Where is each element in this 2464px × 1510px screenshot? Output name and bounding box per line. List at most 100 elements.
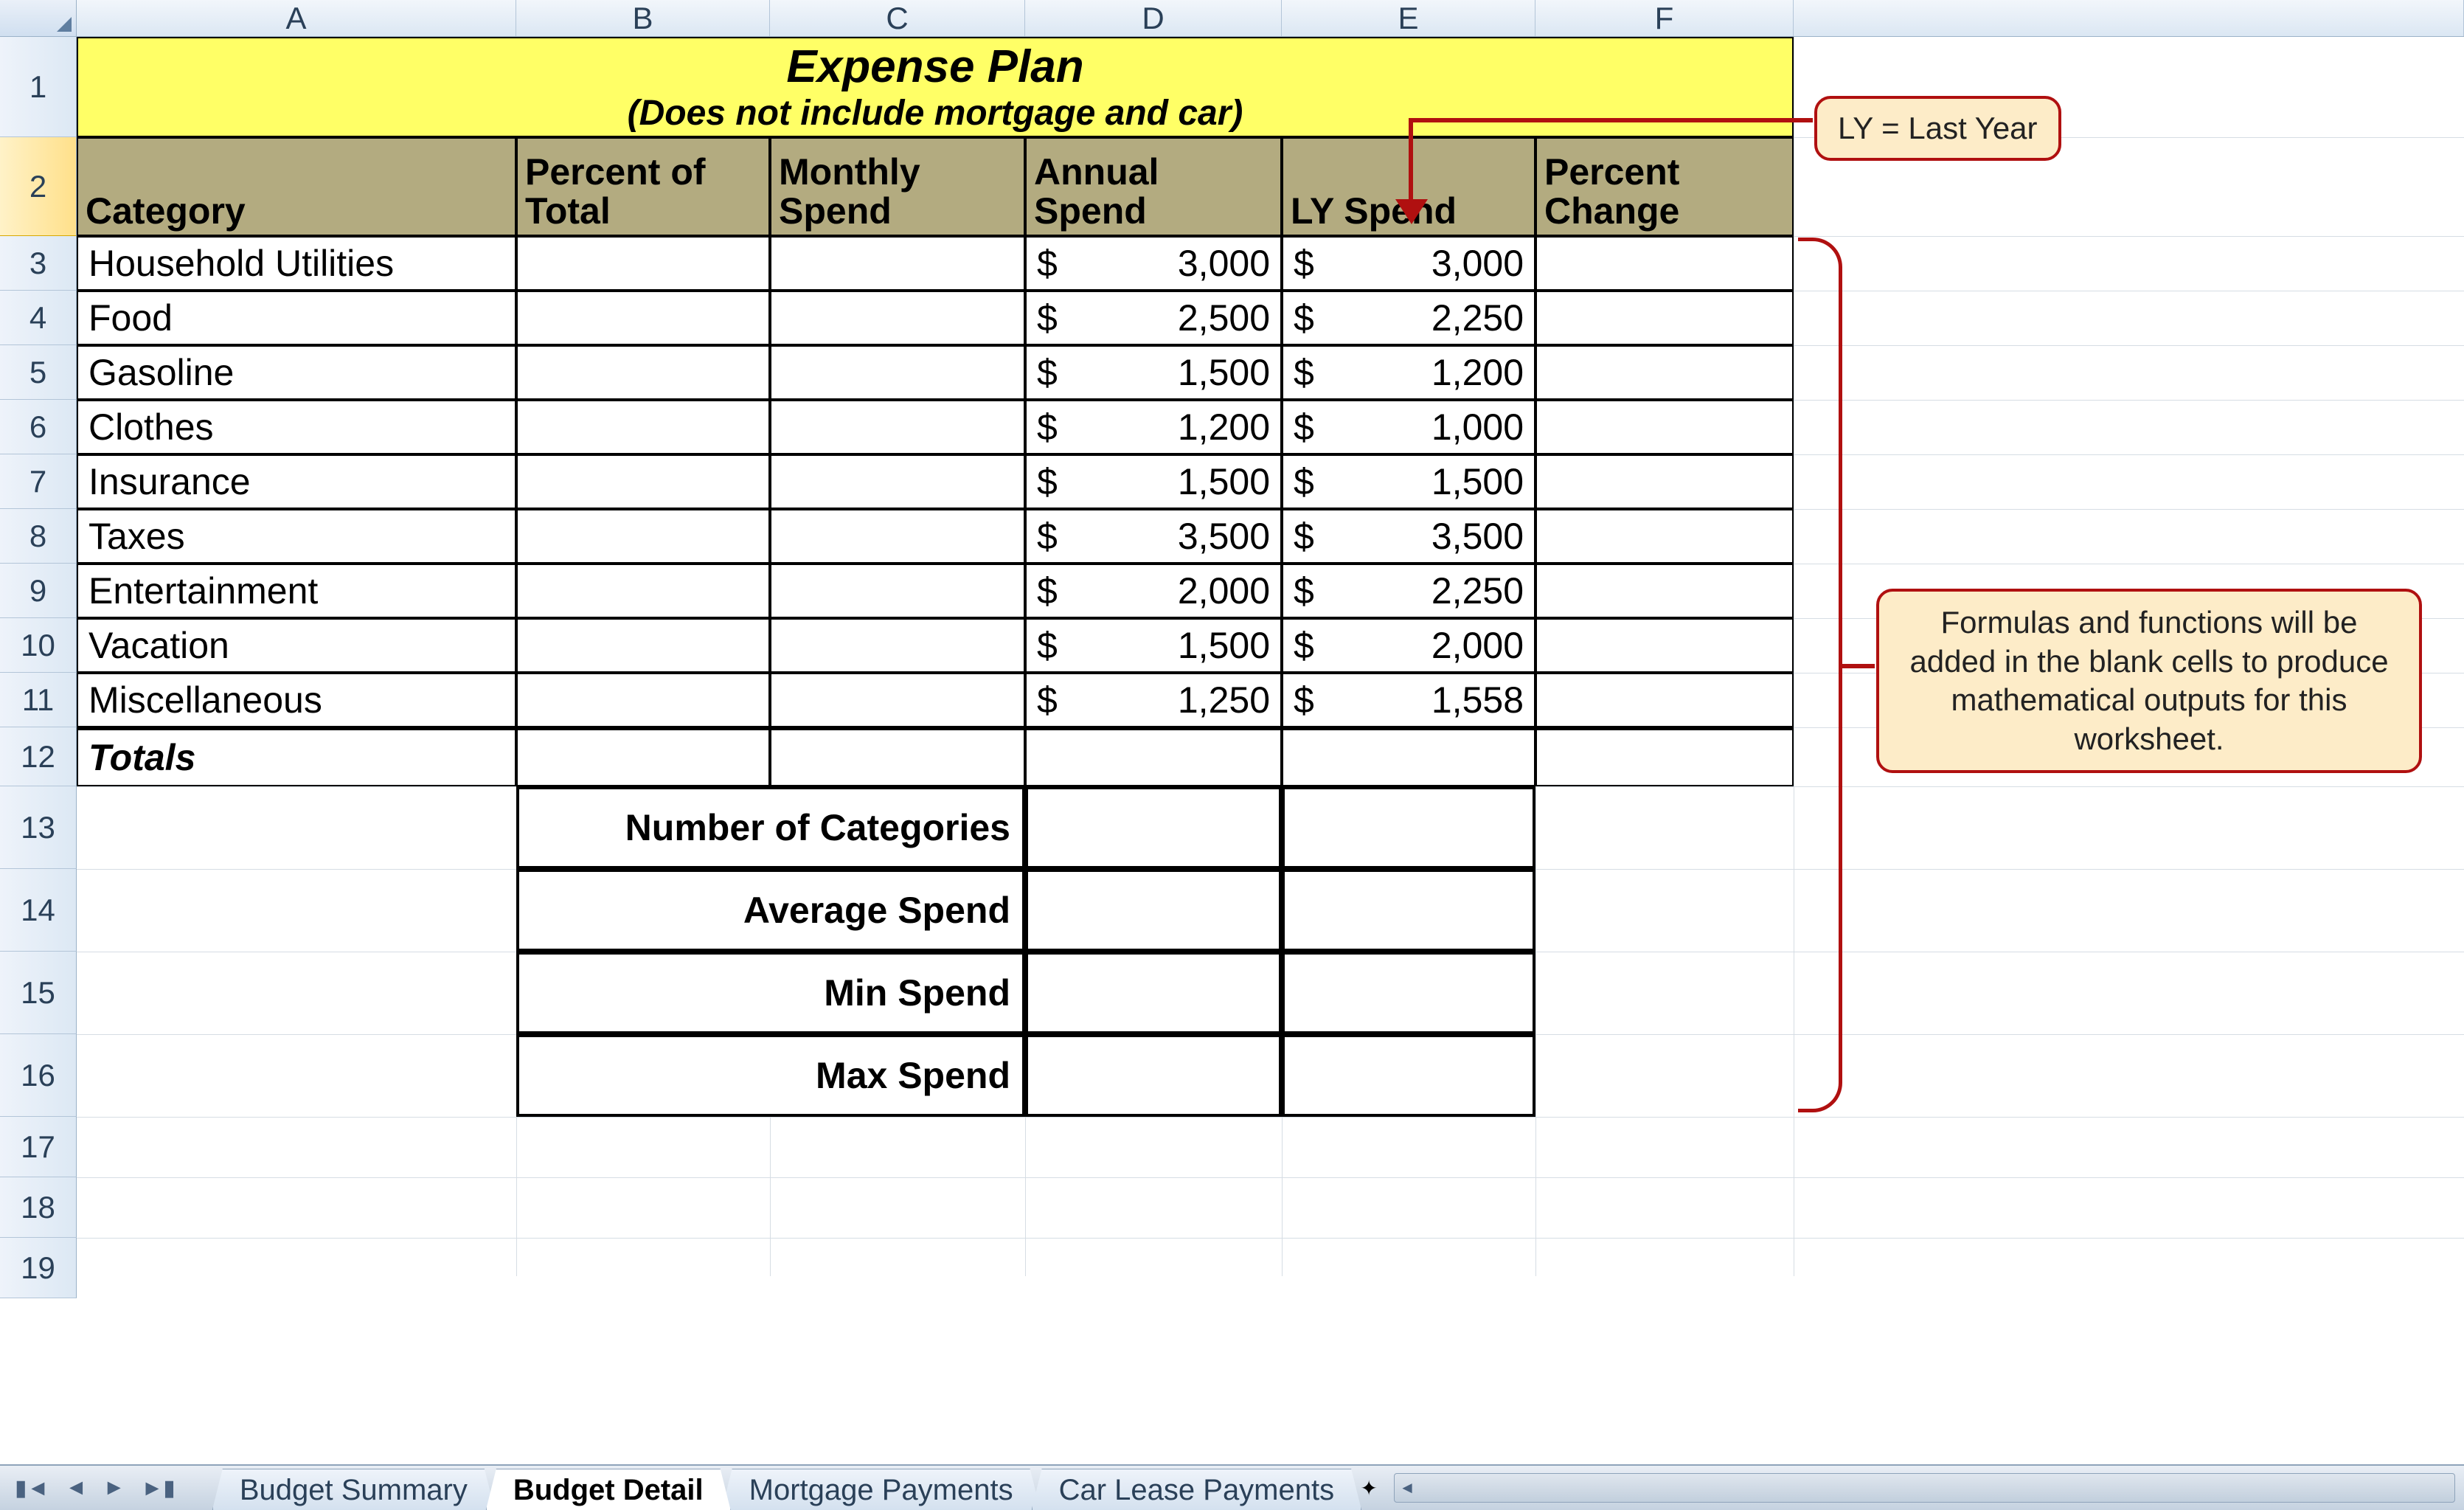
cell-ly-spend[interactable]: $1,500: [1282, 454, 1535, 509]
cell-blank[interactable]: [516, 673, 770, 727]
totals-e[interactable]: [1282, 727, 1535, 786]
cell-percent-change[interactable]: [1535, 618, 1794, 673]
row-header-13[interactable]: 13: [0, 786, 77, 869]
tab-first-icon[interactable]: ▮◄: [10, 1472, 53, 1504]
tab-car-lease-payments[interactable]: Car Lease Payments: [1032, 1469, 1362, 1510]
row-header-18[interactable]: 18: [0, 1177, 77, 1238]
cell-ly-spend[interactable]: $2,000: [1282, 618, 1535, 673]
cell-category[interactable]: Food: [77, 291, 516, 345]
cell-ly-spend[interactable]: $3,000: [1282, 236, 1535, 291]
cell-blank[interactable]: [770, 673, 1025, 727]
row-header-14[interactable]: 14: [0, 869, 77, 952]
stat-min-spend-label[interactable]: Min Spend: [516, 952, 1025, 1034]
stat-avg-spend-d[interactable]: [1025, 869, 1282, 952]
stat-max-spend-label[interactable]: Max Spend: [516, 1034, 1025, 1117]
col-header-B[interactable]: B: [516, 0, 770, 36]
cell-percent-change[interactable]: [1535, 400, 1794, 454]
header-annual-spend[interactable]: Annual Spend: [1025, 137, 1282, 236]
cell-percent-change[interactable]: [1535, 564, 1794, 618]
stat-max-spend-e[interactable]: [1282, 1034, 1535, 1117]
cell-blank[interactable]: [770, 564, 1025, 618]
cell-annual-spend[interactable]: $1,200: [1025, 400, 1282, 454]
cell-percent-change[interactable]: [1535, 509, 1794, 564]
stat-max-spend-d[interactable]: [1025, 1034, 1282, 1117]
cell-category[interactable]: Clothes: [77, 400, 516, 454]
tab-budget-summary[interactable]: Budget Summary: [212, 1469, 495, 1510]
stat-avg-spend-label[interactable]: Average Spend: [516, 869, 1025, 952]
cell-blank[interactable]: [516, 345, 770, 400]
cell-ly-spend[interactable]: $1,000: [1282, 400, 1535, 454]
row-header-12[interactable]: 12: [0, 727, 77, 786]
row-header-4[interactable]: 4: [0, 291, 77, 345]
stat-num-categories-d[interactable]: [1025, 786, 1282, 869]
cell-percent-change[interactable]: [1535, 236, 1794, 291]
stat-min-spend-d[interactable]: [1025, 952, 1282, 1034]
row-header-1[interactable]: 1: [0, 37, 77, 137]
header-percent-change[interactable]: Percent Change: [1535, 137, 1794, 236]
row-header-11[interactable]: 11: [0, 673, 77, 727]
row-header-17[interactable]: 17: [0, 1117, 77, 1177]
cell-category[interactable]: Insurance: [77, 454, 516, 509]
cell-annual-spend[interactable]: $1,500: [1025, 454, 1282, 509]
cell-annual-spend[interactable]: $3,000: [1025, 236, 1282, 291]
row-header-3[interactable]: 3: [0, 236, 77, 291]
row-header-2[interactable]: 2: [0, 137, 77, 236]
cell-annual-spend[interactable]: $1,250: [1025, 673, 1282, 727]
col-header-A[interactable]: A: [77, 0, 516, 36]
cell-blank[interactable]: [516, 564, 770, 618]
row-header-16[interactable]: 16: [0, 1034, 77, 1117]
horizontal-scrollbar[interactable]: [1394, 1473, 2455, 1503]
header-percent-total[interactable]: Percent of Total: [516, 137, 770, 236]
totals-d[interactable]: [1025, 727, 1282, 786]
tab-mortgage-payments[interactable]: Mortgage Payments: [722, 1469, 1041, 1510]
cell-percent-change[interactable]: [1535, 673, 1794, 727]
cell-category[interactable]: Household Utilities: [77, 236, 516, 291]
tab-prev-icon[interactable]: ◄: [60, 1472, 91, 1503]
cell-blank[interactable]: [516, 400, 770, 454]
stat-num-categories-label[interactable]: Number of Categories: [516, 786, 1025, 869]
row-header-5[interactable]: 5: [0, 345, 77, 400]
cell-blank[interactable]: [770, 400, 1025, 454]
cell-blank[interactable]: [516, 454, 770, 509]
cell-ly-spend[interactable]: $1,200: [1282, 345, 1535, 400]
cell-annual-spend[interactable]: $2,500: [1025, 291, 1282, 345]
totals-f[interactable]: [1535, 727, 1794, 786]
cell-category[interactable]: Gasoline: [77, 345, 516, 400]
totals-b[interactable]: [516, 727, 770, 786]
cell-category[interactable]: Miscellaneous: [77, 673, 516, 727]
cell-annual-spend[interactable]: $3,500: [1025, 509, 1282, 564]
row-header-7[interactable]: 7: [0, 454, 77, 509]
row-header-10[interactable]: 10: [0, 618, 77, 673]
cell-ly-spend[interactable]: $2,250: [1282, 564, 1535, 618]
cell-blank[interactable]: [770, 345, 1025, 400]
col-header-extra[interactable]: [1794, 0, 2464, 36]
tab-next-icon[interactable]: ►: [99, 1472, 130, 1503]
cell-percent-change[interactable]: [1535, 291, 1794, 345]
cell-annual-spend[interactable]: $2,000: [1025, 564, 1282, 618]
cell-category[interactable]: Entertainment: [77, 564, 516, 618]
cell-annual-spend[interactable]: $1,500: [1025, 618, 1282, 673]
stat-avg-spend-e[interactable]: [1282, 869, 1535, 952]
col-header-C[interactable]: C: [770, 0, 1025, 36]
col-header-E[interactable]: E: [1282, 0, 1535, 36]
totals-c[interactable]: [770, 727, 1025, 786]
cell-ly-spend[interactable]: $3,500: [1282, 509, 1535, 564]
cell-blank[interactable]: [770, 509, 1025, 564]
row-header-15[interactable]: 15: [0, 952, 77, 1034]
cell-blank[interactable]: [770, 618, 1025, 673]
cell-blank[interactable]: [516, 509, 770, 564]
cell-blank[interactable]: [516, 291, 770, 345]
tab-budget-detail[interactable]: Budget Detail: [486, 1469, 731, 1510]
cell-blank[interactable]: [770, 291, 1025, 345]
header-category[interactable]: Category: [77, 137, 516, 236]
row-header-19[interactable]: 19: [0, 1238, 77, 1298]
cell-category[interactable]: Vacation: [77, 618, 516, 673]
col-header-F[interactable]: F: [1535, 0, 1794, 36]
cell-annual-spend[interactable]: $1,500: [1025, 345, 1282, 400]
cell-percent-change[interactable]: [1535, 345, 1794, 400]
row-header-6[interactable]: 6: [0, 400, 77, 454]
header-monthly-spend[interactable]: Monthly Spend: [770, 137, 1025, 236]
stat-min-spend-e[interactable]: [1282, 952, 1535, 1034]
cell-category[interactable]: Taxes: [77, 509, 516, 564]
cell-ly-spend[interactable]: $1,558: [1282, 673, 1535, 727]
